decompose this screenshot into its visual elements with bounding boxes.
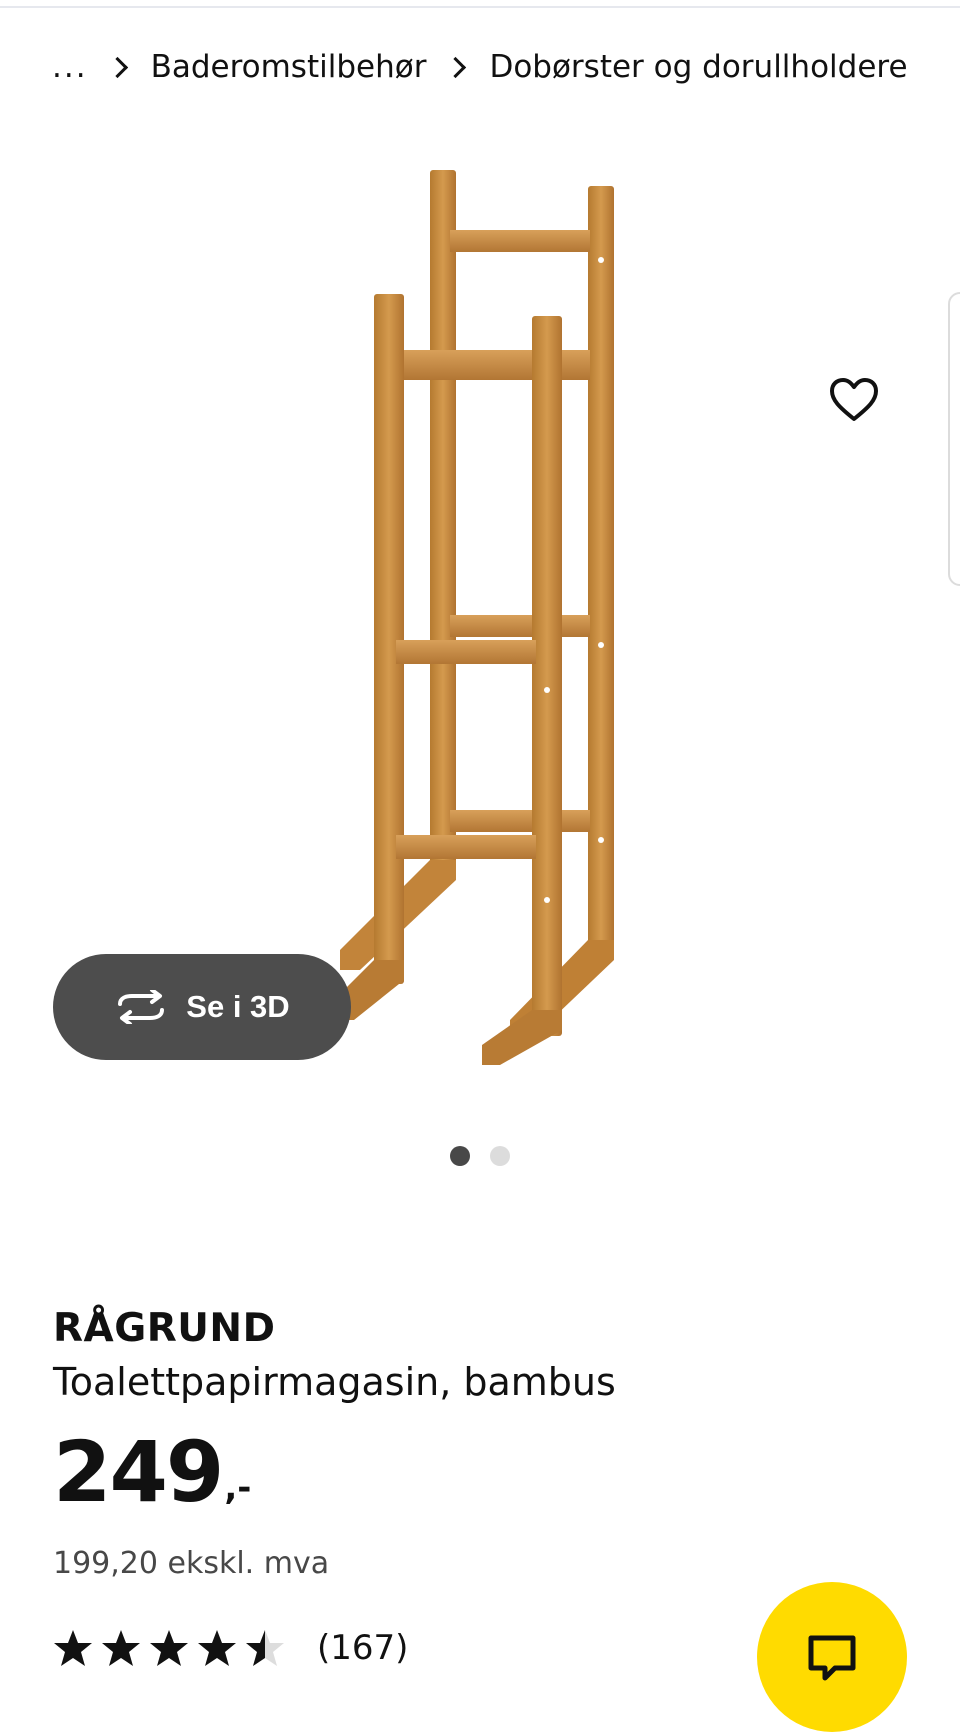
breadcrumb-item-dobørster[interactable]: Dobørster og dorullholdere xyxy=(489,49,907,85)
carousel-indicator xyxy=(0,1146,960,1166)
chat-button[interactable] xyxy=(757,1582,907,1732)
star-icon xyxy=(150,1630,188,1666)
carousel-dot-2[interactable] xyxy=(490,1146,510,1166)
rotate-3d-icon xyxy=(118,990,165,1024)
price-ex-vat: 199,20 ekskl. mva xyxy=(53,1546,330,1581)
chevron-right-icon xyxy=(445,56,467,78)
review-count[interactable]: (167) xyxy=(317,1628,408,1668)
view-3d-label: Se i 3D xyxy=(186,989,290,1024)
product-rating[interactable]: (167) xyxy=(53,1628,408,1668)
heart-icon xyxy=(830,378,878,421)
star-icon xyxy=(198,1630,236,1666)
star-half-icon xyxy=(246,1630,284,1666)
chat-icon xyxy=(808,1635,856,1681)
product-price: 249 ,- xyxy=(53,1430,251,1514)
star-icon xyxy=(102,1630,140,1666)
breadcrumb: ... Baderomstilbehør Dobørster og dorull… xyxy=(52,44,908,90)
carousel-dot-1[interactable] xyxy=(450,1146,470,1166)
breadcrumb-ellipsis[interactable]: ... xyxy=(52,49,88,85)
product-brand: RÅGRUND xyxy=(53,1306,276,1351)
product-image xyxy=(334,170,614,1065)
breadcrumb-item-baderomstilbehor[interactable]: Baderomstilbehør xyxy=(151,49,427,85)
product-description: Toalettpapirmagasin, bambus xyxy=(53,1360,616,1404)
star-icon xyxy=(54,1630,92,1666)
view-3d-button[interactable]: Se i 3D xyxy=(53,954,351,1060)
favorite-button[interactable] xyxy=(826,372,882,428)
side-panel-tab[interactable] xyxy=(948,292,960,586)
price-suffix: ,- xyxy=(224,1468,252,1508)
chevron-right-icon xyxy=(106,56,128,78)
price-integer: 249 xyxy=(53,1423,224,1521)
top-divider xyxy=(0,6,960,8)
